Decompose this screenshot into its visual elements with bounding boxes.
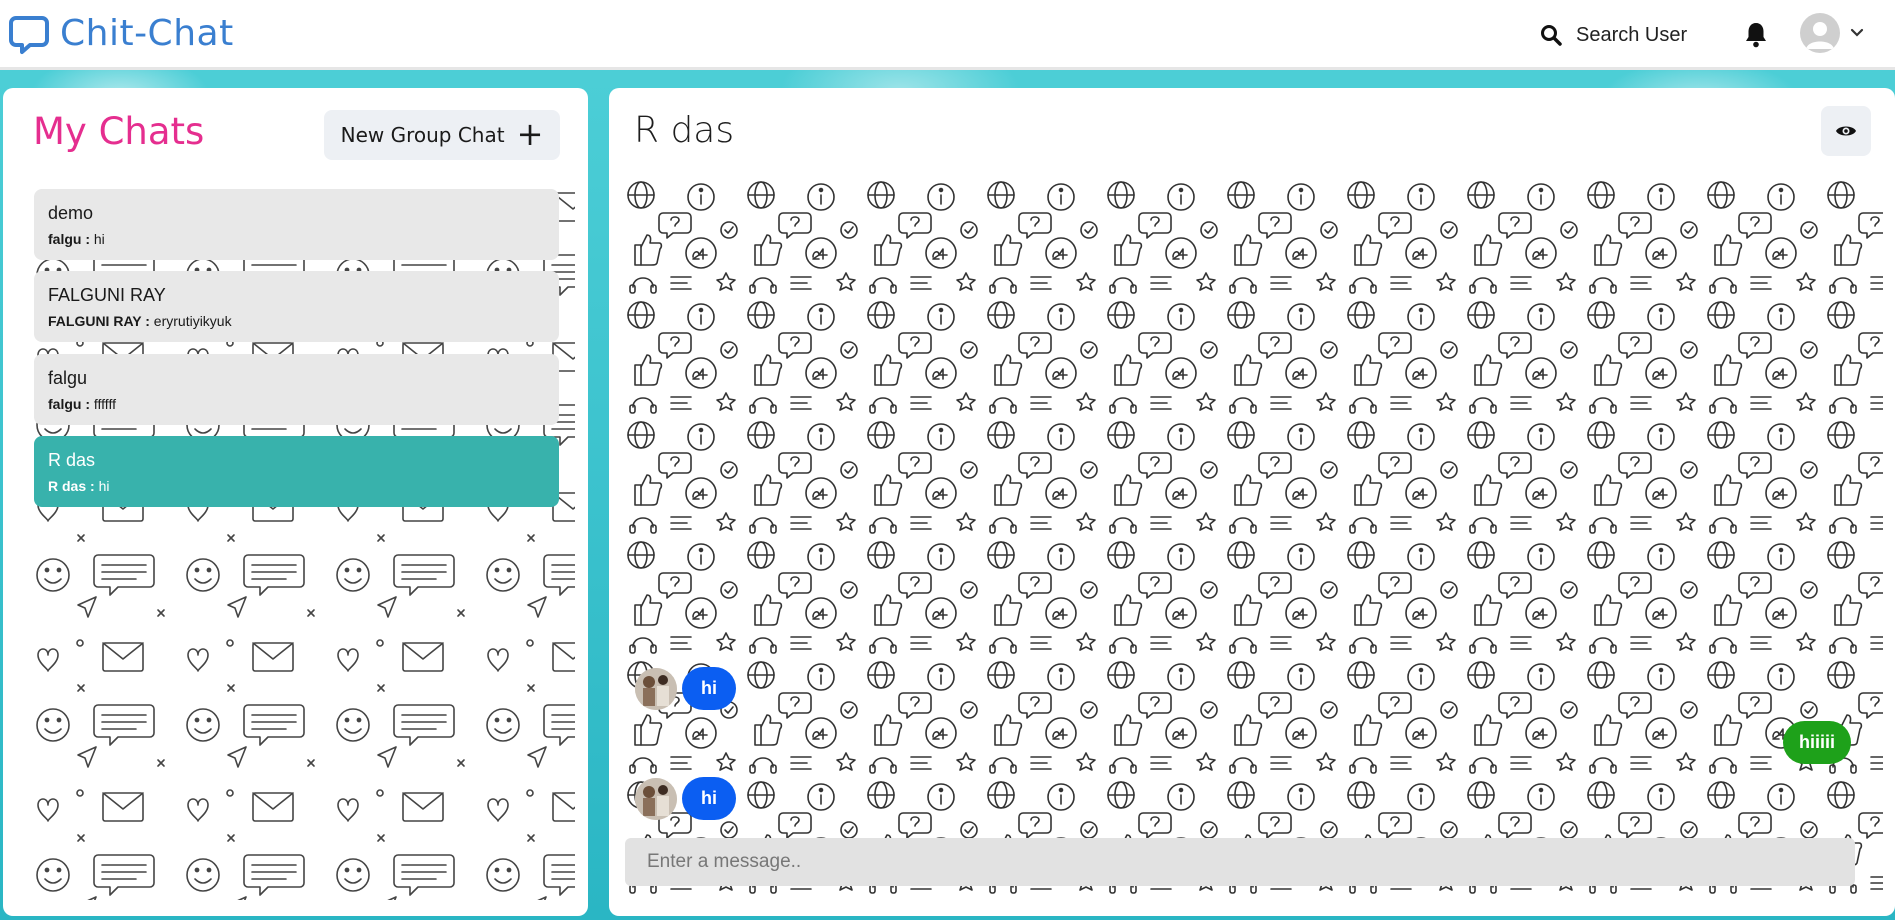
doodle-background (621, 175, 1883, 900)
conversation-title: R das (634, 110, 735, 151)
chat-bubble-icon (9, 15, 49, 54)
profile-menu-button[interactable] (1800, 13, 1864, 53)
chat-preview-sender: falgu : (48, 396, 90, 412)
message-bubble-incoming: hi (682, 667, 736, 710)
new-group-chat-label: New Group Chat (340, 123, 505, 147)
plus-icon: + (516, 114, 544, 153)
chat-preview: FALGUNI RAY : eryrutiyikyuk (48, 313, 545, 329)
search-icon (1541, 25, 1562, 46)
message-bubble-incoming: hi (682, 777, 736, 820)
search-user-label: Search User (1576, 23, 1688, 46)
top-bar: Chit-Chat Search User (0, 0, 1895, 70)
user-avatar-icon (1800, 13, 1840, 53)
chat-preview-sender: R das : (48, 478, 95, 494)
message-bubble-outgoing: hiiiii (1783, 721, 1851, 764)
eye-icon (1836, 126, 1856, 136)
chat-name: R das (48, 450, 96, 470)
bell-icon[interactable] (1742, 20, 1770, 48)
chat-preview: R das : hi (48, 478, 545, 494)
chat-item-demo[interactable]: demo falgu : hi (34, 189, 559, 260)
chat-preview-sender: FALGUNI RAY : (48, 313, 150, 329)
chat-name: falgu (48, 368, 88, 388)
message-input[interactable] (625, 838, 1855, 886)
chat-preview-message: hi (98, 478, 110, 494)
sender-avatar[interactable] (635, 667, 677, 710)
chat-preview: falgu : hi (48, 231, 545, 247)
new-group-chat-button[interactable]: New Group Chat + (324, 110, 560, 160)
conversation-panel: R das hi hiiiii hi Enter a message.. (609, 88, 1895, 916)
message-row-incoming: hi (635, 777, 736, 820)
sender-avatar[interactable] (635, 777, 677, 820)
search-user-button[interactable]: Search User (1540, 18, 1687, 52)
chat-preview-message: eryrutiyikyuk (153, 313, 232, 329)
message-row-incoming: hi (635, 667, 736, 710)
chat-preview: falgu : ffffff (48, 396, 545, 412)
chat-item-r-das[interactable]: R das R das : hi (34, 436, 559, 507)
view-profile-button[interactable] (1821, 106, 1871, 156)
brand: Chit-Chat (8, 13, 234, 55)
chat-list[interactable]: demo falgu : hi FALGUNI RAY FALGUNI RAY … (18, 175, 575, 900)
chat-name: FALGUNI RAY (48, 285, 166, 305)
chat-item-falguni-ray[interactable]: FALGUNI RAY FALGUNI RAY : eryrutiyikyuk (34, 271, 559, 342)
chat-preview-message: ffffff (93, 396, 116, 412)
my-chats-panel: My Chats New Group Chat + demo falgu: h… (3, 88, 588, 916)
chat-item-falgu[interactable]: falgu falgu : ffffff (34, 354, 559, 425)
chevron-down-icon (1850, 28, 1864, 37)
chat-preview-message: hi (93, 231, 105, 247)
brand-name: Chit-Chat (60, 13, 234, 54)
messages-area[interactable]: hi hiiiii hi (621, 175, 1883, 900)
chat-name: demo (48, 203, 94, 223)
chat-preview-sender: falgu : (48, 231, 90, 247)
my-chats-title: My Chats (33, 110, 205, 153)
